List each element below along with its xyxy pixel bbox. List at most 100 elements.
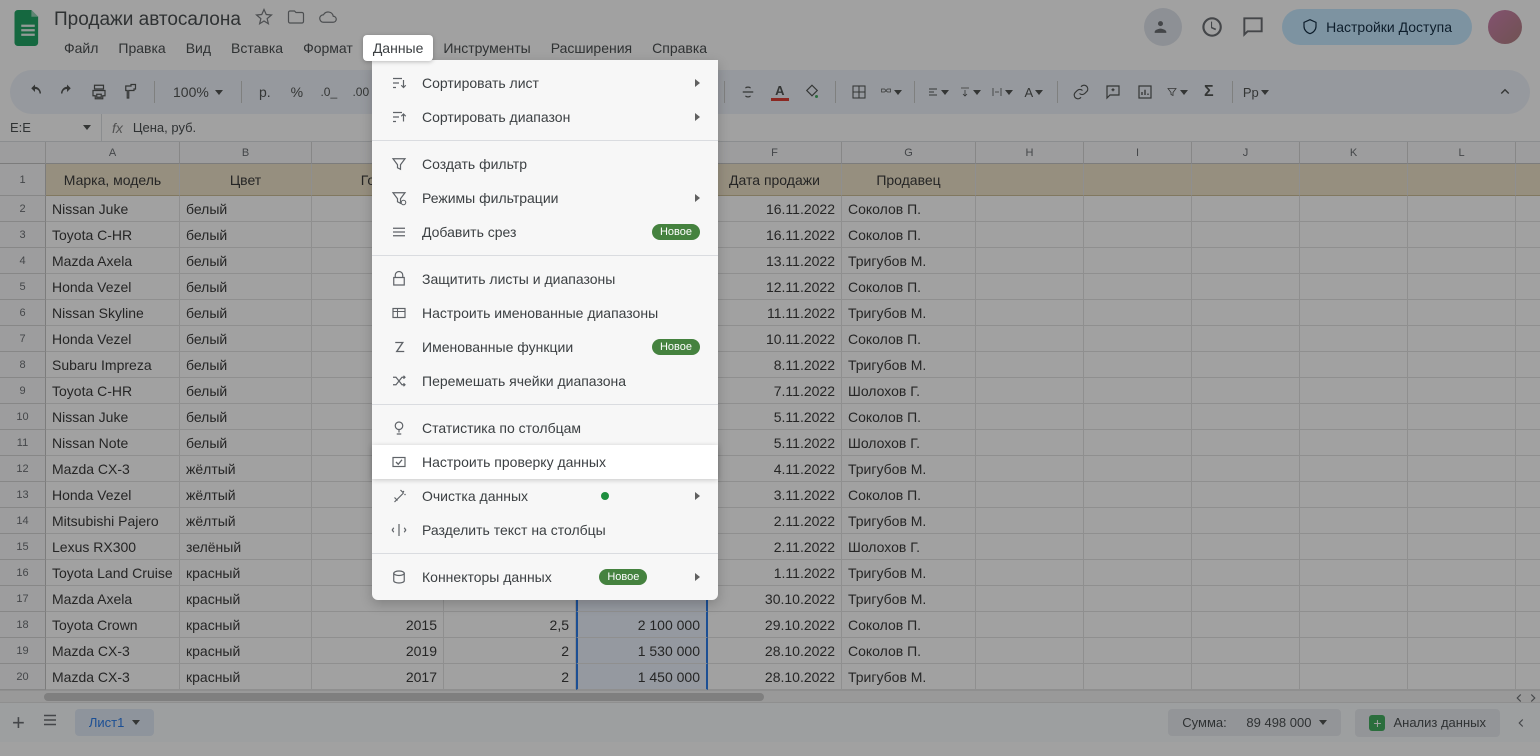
chart-icon[interactable]	[1134, 81, 1156, 103]
cell[interactable]	[976, 274, 1084, 300]
cell[interactable]	[1084, 248, 1192, 274]
cell[interactable]	[976, 508, 1084, 534]
header-cell[interactable]: Марка, модель	[46, 164, 180, 196]
cell[interactable]	[1300, 638, 1408, 664]
move-icon[interactable]	[287, 8, 305, 31]
cell[interactable]	[1408, 300, 1516, 326]
cell[interactable]	[1192, 378, 1300, 404]
menu-вид[interactable]: Вид	[176, 35, 221, 61]
cell[interactable]: белый	[180, 196, 312, 222]
cell[interactable]	[1084, 378, 1192, 404]
cell[interactable]	[976, 352, 1084, 378]
cell[interactable]	[1516, 222, 1540, 248]
name-box[interactable]: E:E	[0, 114, 102, 141]
cell[interactable]: Тригубов М.	[842, 508, 976, 534]
cell[interactable]: Nissan Juke	[46, 196, 180, 222]
cell[interactable]	[1516, 560, 1540, 586]
cell[interactable]	[1192, 534, 1300, 560]
cell[interactable]: красный	[180, 586, 312, 612]
cell[interactable]: белый	[180, 378, 312, 404]
cell[interactable]	[1084, 300, 1192, 326]
row-header[interactable]: 8	[0, 352, 46, 378]
cell[interactable]: красный	[180, 638, 312, 664]
cell[interactable]: Шолохов Г.	[842, 430, 976, 456]
col-header-J[interactable]: J	[1192, 142, 1300, 164]
print-icon[interactable]	[88, 81, 110, 103]
cell[interactable]: белый	[180, 222, 312, 248]
cell[interactable]	[1084, 274, 1192, 300]
cell[interactable]	[1408, 404, 1516, 430]
cell[interactable]	[1084, 612, 1192, 638]
cell[interactable]	[1516, 378, 1540, 404]
cell[interactable]: Тригубов М.	[842, 664, 976, 690]
merge-icon[interactable]	[880, 81, 902, 103]
header-cell[interactable]	[1516, 164, 1540, 196]
cell[interactable]	[1300, 378, 1408, 404]
cell[interactable]: 2	[444, 664, 576, 690]
cell[interactable]: Toyota Crown	[46, 612, 180, 638]
row-header[interactable]: 16	[0, 560, 46, 586]
cell[interactable]: белый	[180, 326, 312, 352]
cell[interactable]: белый	[180, 404, 312, 430]
menu-правка[interactable]: Правка	[108, 35, 175, 61]
col-header-L[interactable]: L	[1408, 142, 1516, 164]
cell[interactable]	[1300, 508, 1408, 534]
cell[interactable]	[1192, 456, 1300, 482]
cell[interactable]: красный	[180, 612, 312, 638]
cell[interactable]	[1408, 274, 1516, 300]
cell[interactable]	[1408, 612, 1516, 638]
cell[interactable]	[1192, 248, 1300, 274]
cell[interactable]	[976, 482, 1084, 508]
cell[interactable]	[1516, 274, 1540, 300]
cell[interactable]	[1084, 456, 1192, 482]
cell[interactable]	[1084, 482, 1192, 508]
cell[interactable]	[1300, 248, 1408, 274]
cell[interactable]	[1084, 508, 1192, 534]
cell[interactable]: Соколов П.	[842, 404, 976, 430]
spreadsheet-grid[interactable]: ABCDEFGHIJKLM1Марка, модельЦветГод вДата…	[0, 142, 1540, 690]
cell[interactable]	[1192, 196, 1300, 222]
cell[interactable]: 2019	[312, 638, 444, 664]
undo-icon[interactable]	[24, 81, 46, 103]
cell[interactable]	[1408, 430, 1516, 456]
formula-input[interactable]: Цена, руб.	[133, 120, 196, 135]
row-header[interactable]: 7	[0, 326, 46, 352]
wrap-icon[interactable]	[991, 81, 1013, 103]
meet-icon[interactable]	[1144, 8, 1182, 46]
cell[interactable]: белый	[180, 300, 312, 326]
scroll-right-icon[interactable]	[1526, 691, 1540, 705]
cell[interactable]: 5.11.2022	[708, 404, 842, 430]
cell[interactable]: Mazda CX-3	[46, 456, 180, 482]
cell[interactable]: 5.11.2022	[708, 430, 842, 456]
cell[interactable]	[1516, 664, 1540, 690]
row-header[interactable]: 18	[0, 612, 46, 638]
row-header[interactable]: 11	[0, 430, 46, 456]
cell[interactable]	[1516, 326, 1540, 352]
cell[interactable]	[1516, 586, 1540, 612]
cell[interactable]: 11.11.2022	[708, 300, 842, 326]
row-header[interactable]: 17	[0, 586, 46, 612]
cell[interactable]: 2017	[312, 664, 444, 690]
cell[interactable]	[1408, 664, 1516, 690]
cell[interactable]	[1408, 534, 1516, 560]
cell[interactable]	[1516, 196, 1540, 222]
cell[interactable]	[976, 326, 1084, 352]
cell[interactable]: 2015	[312, 612, 444, 638]
cell[interactable]: 2.11.2022	[708, 534, 842, 560]
col-header-M[interactable]: M	[1516, 142, 1540, 164]
cell[interactable]	[976, 430, 1084, 456]
cell[interactable]	[976, 300, 1084, 326]
cell[interactable]: Шолохов Г.	[842, 378, 976, 404]
col-header-I[interactable]: I	[1084, 142, 1192, 164]
header-cell[interactable]	[1192, 164, 1300, 196]
cell[interactable]: 2,5	[444, 612, 576, 638]
cell[interactable]: красный	[180, 664, 312, 690]
header-cell[interactable]: Дата продажи	[708, 164, 842, 196]
menu-справка[interactable]: Справка	[642, 35, 717, 61]
row-header[interactable]: 9	[0, 378, 46, 404]
increase-decimal-icon[interactable]: .00	[350, 81, 372, 103]
cell[interactable]	[976, 404, 1084, 430]
sheets-logo-icon[interactable]	[12, 8, 44, 48]
cell[interactable]	[1516, 430, 1540, 456]
menu-формат[interactable]: Формат	[293, 35, 363, 61]
